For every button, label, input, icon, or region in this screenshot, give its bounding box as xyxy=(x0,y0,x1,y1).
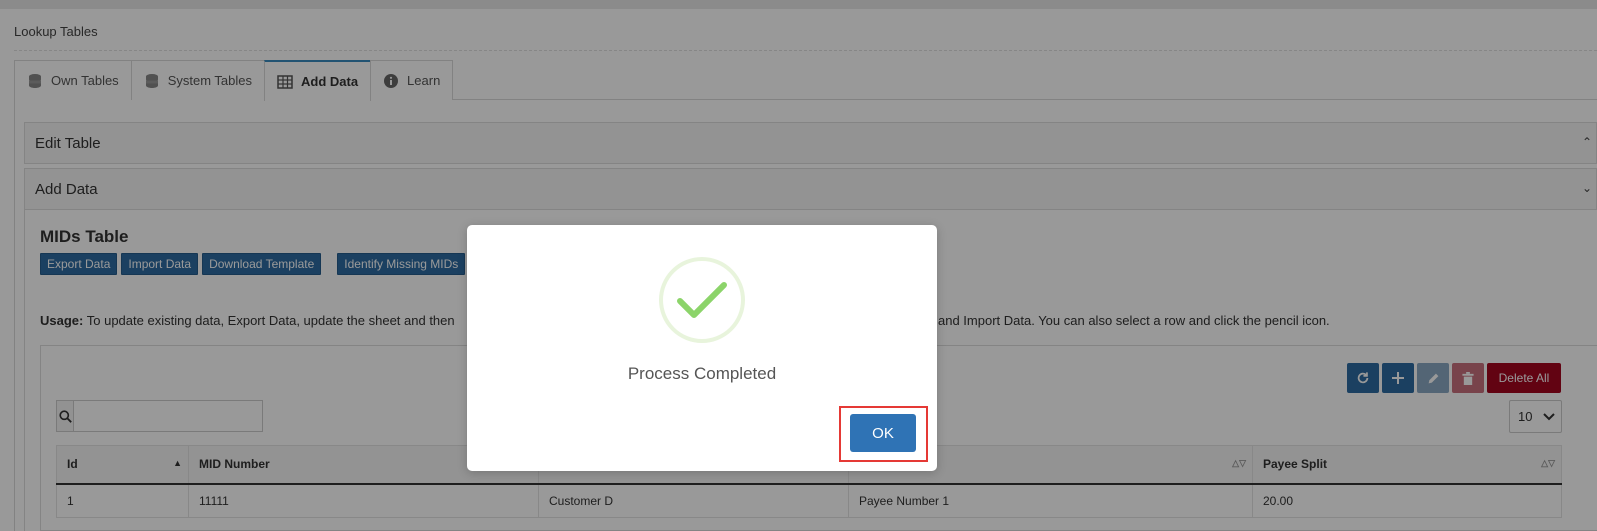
success-icon xyxy=(659,257,745,343)
dialog-message: Process Completed xyxy=(627,364,777,383)
checkmark-icon xyxy=(677,282,727,318)
ok-button[interactable]: OK xyxy=(850,414,916,452)
success-dialog: Process Completed OK xyxy=(467,225,937,471)
